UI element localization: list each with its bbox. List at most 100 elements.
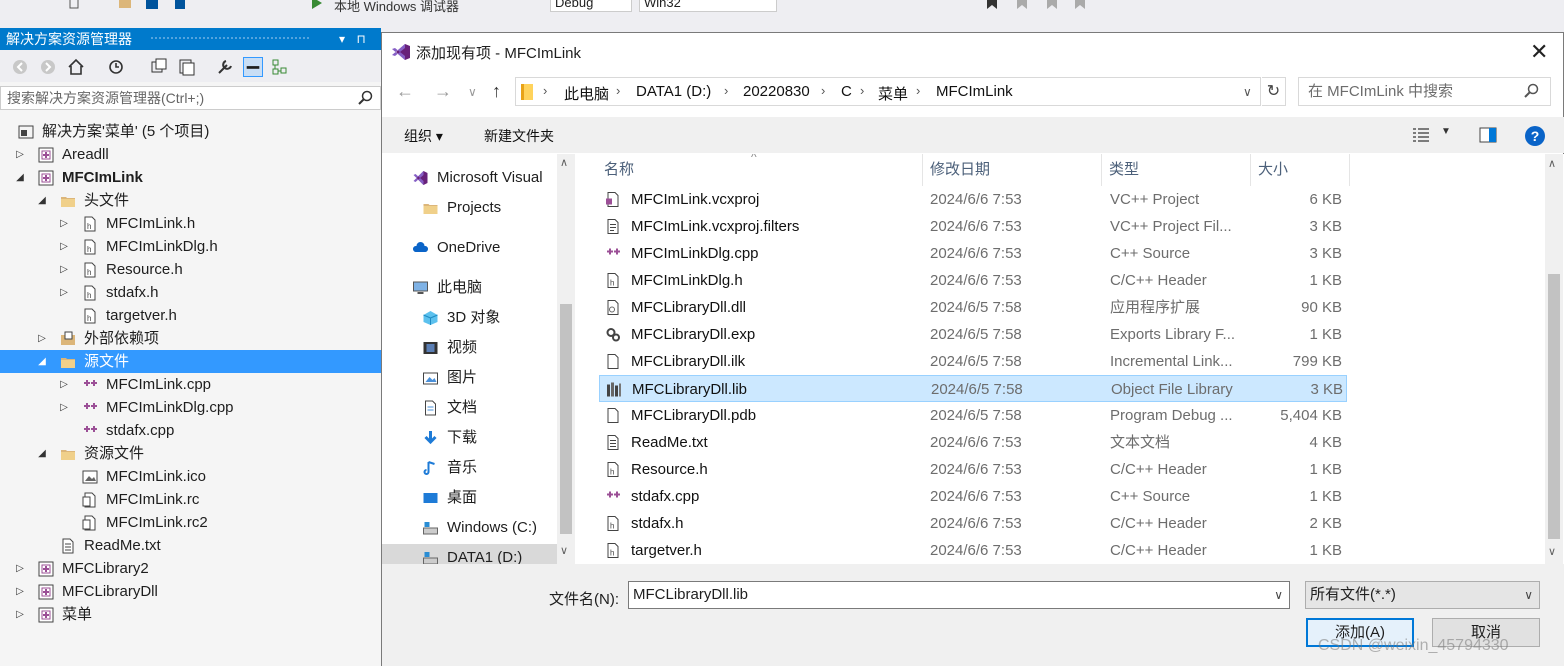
file-row[interactable]: stdafx.cpp 2024/6/6 7:53 C++ Source 1 KB: [599, 483, 1347, 510]
tree-item[interactable]: ◢ 源文件: [0, 350, 381, 373]
collapse-all-icon[interactable]: [149, 57, 169, 77]
forward-arrow-icon[interactable]: →: [434, 81, 452, 102]
nav-item[interactable]: 图片: [382, 364, 557, 392]
search-icon[interactable]: [1524, 83, 1540, 99]
scroll-down-icon[interactable]: ∨: [1548, 545, 1556, 558]
show-all-files-icon[interactable]: [177, 57, 197, 77]
close-icon[interactable]: ✕: [1530, 41, 1548, 63]
organize-menu[interactable]: 组织 ▾: [404, 126, 443, 146]
open-folder-icon[interactable]: [118, 0, 132, 10]
expand-arrow-icon[interactable]: ▷: [58, 235, 70, 258]
new-folder-button[interactable]: 新建文件夹: [484, 126, 554, 146]
breadcrumb-item[interactable]: 此电脑: [564, 83, 609, 104]
search-icon[interactable]: [358, 90, 374, 106]
bookmark-next-icon[interactable]: [1045, 0, 1059, 10]
expand-arrow-icon[interactable]: ▷: [58, 281, 70, 304]
file-row[interactable]: MFCLibraryDll.ilk 2024/6/5 7:58 Incrementa…: [599, 348, 1347, 375]
config-select[interactable]: Debug: [550, 0, 632, 12]
nav-item[interactable]: Microsoft Visual: [382, 164, 557, 192]
nav-item[interactable]: 桌面: [382, 484, 557, 512]
nav-item[interactable]: 3D 对象: [382, 304, 557, 332]
file-row[interactable]: MFCImLink.vcxproj 2024/6/6 7:53 VC++ Proje…: [599, 186, 1347, 213]
scroll-down-icon[interactable]: ∨: [560, 544, 568, 557]
tree-item[interactable]: ▷ h stdafx.h: [0, 281, 381, 304]
breadcrumb-separator[interactable]: ›: [860, 83, 864, 98]
nav-item[interactable]: 视频: [382, 334, 557, 362]
view-options-icon[interactable]: [1412, 127, 1430, 143]
nav-item[interactable]: 此电脑: [382, 274, 557, 302]
file-row[interactable]: h Resource.h 2024/6/6 7:53 C/C++ Header 1 KB: [599, 456, 1347, 483]
file-row[interactable]: MFCLibraryDll.lib 2024/6/5 7:58 Object Fil…: [599, 375, 1347, 402]
tree-item[interactable]: MFCImLink.rc: [0, 488, 381, 511]
scroll-up-icon[interactable]: ∧: [560, 156, 568, 169]
file-row[interactable]: MFCLibraryDll.pdb 2024/6/5 7:58 Program De…: [599, 402, 1347, 429]
bookmark-prev-icon[interactable]: [1015, 0, 1029, 10]
breadcrumb-item[interactable]: 20220830: [743, 83, 810, 100]
start-debug-icon[interactable]: [310, 0, 324, 10]
navigation-scrollbar[interactable]: ∧ ∨: [557, 154, 575, 564]
breadcrumb-separator[interactable]: ›: [616, 83, 620, 98]
scroll-up-icon[interactable]: ∧: [1548, 157, 1556, 170]
bookmark-icon[interactable]: [985, 0, 999, 10]
file-row[interactable]: h targetver.h 2024/6/6 7:53 C/C++ Header 1 K…: [599, 537, 1347, 564]
nav-item[interactable]: Projects: [382, 194, 557, 222]
breadcrumb-item[interactable]: MFCImLink: [936, 83, 1013, 100]
expand-arrow-icon[interactable]: ▷: [58, 373, 70, 396]
up-arrow-icon[interactable]: ↑: [492, 81, 501, 102]
nav-item[interactable]: 文档: [382, 394, 557, 422]
file-row[interactable]: MFCImLink.vcxproj.filters 2024/6/6 7:53 VC…: [599, 213, 1347, 240]
expand-arrow-icon[interactable]: ▷: [58, 258, 70, 281]
expand-arrow-icon[interactable]: ▷: [58, 396, 70, 419]
tree-item[interactable]: ▷ MFCImLinkDlg.cpp: [0, 396, 381, 419]
column-header-date[interactable]: 修改日期: [922, 154, 1102, 186]
pending-changes-icon[interactable]: [106, 57, 126, 77]
breadcrumb-item[interactable]: DATA1 (D:): [636, 83, 711, 100]
preview-pane-icon[interactable]: [1479, 127, 1497, 143]
forward-icon[interactable]: [38, 57, 58, 77]
tree-item[interactable]: ◢ 头文件: [0, 189, 381, 212]
preview-selected-icon[interactable]: [243, 57, 263, 77]
tree-item[interactable]: ▷ h MFCImLink.h: [0, 212, 381, 235]
expand-arrow-icon[interactable]: ▷: [14, 603, 26, 626]
tree-item[interactable]: ▷ Areadll: [0, 143, 381, 166]
bookmark-clear-icon[interactable]: [1073, 0, 1087, 10]
view-dropdown-icon[interactable]: ▼: [1441, 126, 1451, 137]
expand-arrow-icon[interactable]: ▷: [14, 143, 26, 166]
file-list-scrollbar[interactable]: ∧ ∨: [1545, 154, 1563, 564]
breadcrumb-separator[interactable]: ›: [724, 83, 728, 98]
tree-item[interactable]: ▷ 菜单: [0, 603, 381, 626]
tree-item[interactable]: 解决方案'菜单' (5 个项目): [0, 120, 381, 143]
copy-icon[interactable]: [68, 0, 82, 10]
back-arrow-icon[interactable]: ←: [396, 81, 414, 102]
nav-item[interactable]: Windows (C:): [382, 514, 557, 542]
class-view-icon[interactable]: [270, 57, 290, 77]
expand-arrow-icon[interactable]: ▷: [36, 327, 48, 350]
file-row[interactable]: MFCImLinkDlg.cpp 2024/6/6 7:53 C++ Source 3…: [599, 240, 1347, 267]
solution-search-input[interactable]: 搜索解决方案资源管理器(Ctrl+;): [0, 86, 381, 110]
address-bar[interactable]: › 此电脑 › DATA1 (D:) › 20220830 › C › 菜单 ›…: [515, 77, 1261, 106]
refresh-icon[interactable]: ↻: [1262, 77, 1286, 106]
debugger-label[interactable]: 本地 Windows 调试器: [334, 0, 459, 14]
chevron-down-icon[interactable]: ∨: [1524, 582, 1533, 608]
tree-item[interactable]: ◢ MFCImLink: [0, 166, 381, 189]
nav-item[interactable]: 音乐: [382, 454, 557, 482]
scroll-thumb[interactable]: [560, 304, 572, 534]
tree-item[interactable]: ▷ MFCLibrary2: [0, 557, 381, 580]
collapse-arrow-icon[interactable]: ◢: [36, 442, 48, 465]
recent-locations-icon[interactable]: ∨: [468, 85, 477, 99]
expand-arrow-icon[interactable]: ▷: [14, 557, 26, 580]
column-header-name[interactable]: 名称: [596, 154, 923, 186]
tree-item[interactable]: ◢ 资源文件: [0, 442, 381, 465]
tree-item[interactable]: ▷ MFCLibraryDll: [0, 580, 381, 603]
file-row[interactable]: MFCLibraryDll.exp 2024/6/5 7:58 Exports Li…: [599, 321, 1347, 348]
breadcrumb-separator[interactable]: ›: [916, 83, 920, 98]
file-row[interactable]: ReadMe.txt 2024/6/6 7:53 文本文档 4 KB: [599, 429, 1347, 456]
back-icon[interactable]: [10, 57, 30, 77]
breadcrumb-separator[interactable]: ›: [821, 83, 825, 98]
address-dropdown-icon[interactable]: ∨: [1243, 85, 1252, 99]
file-row[interactable]: MFCLibraryDll.dll 2024/6/5 7:58 应用程序扩展 90 K…: [599, 294, 1347, 321]
save-all-icon[interactable]: [172, 0, 186, 10]
tree-item[interactable]: ▷ MFCImLink.cpp: [0, 373, 381, 396]
folder-search-input[interactable]: 在 MFCImLink 中搜索: [1298, 77, 1551, 106]
window-menu-icon[interactable]: ▾: [334, 28, 350, 50]
